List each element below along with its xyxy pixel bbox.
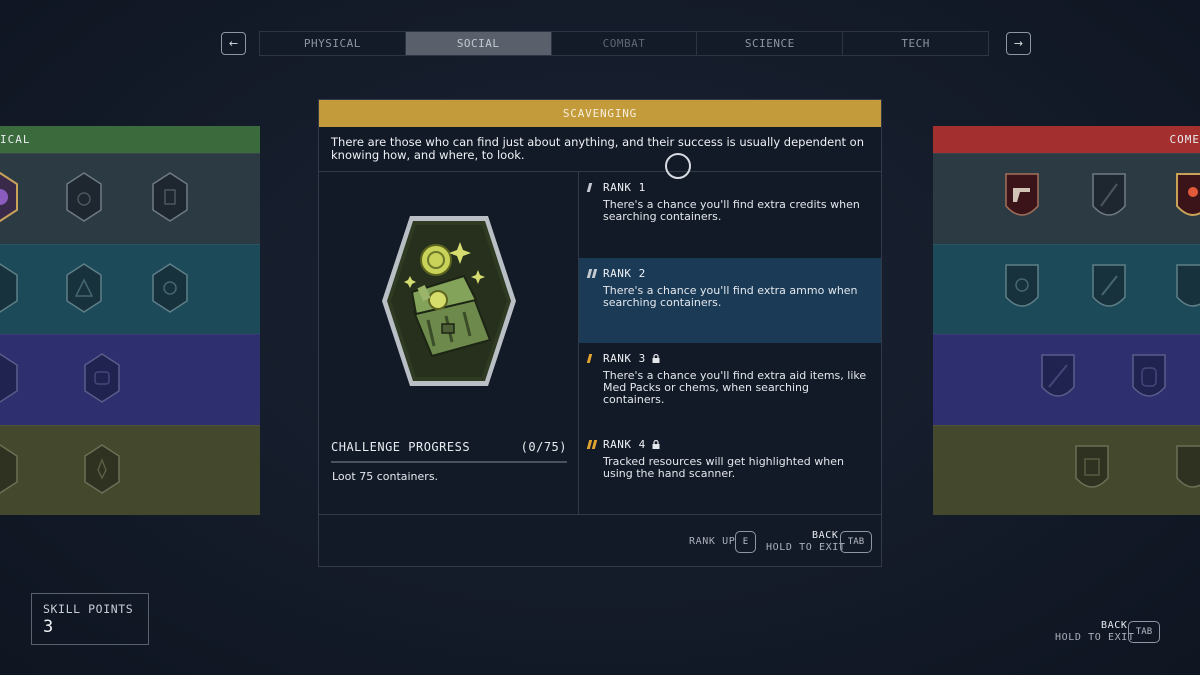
- perk-overview: CHALLENGE PROGRESS (0/75) Loot 75 contai…: [319, 172, 579, 514]
- rank-title: RANK 1: [603, 181, 646, 194]
- skill-badge[interactable]: [66, 172, 102, 222]
- skill-points-label: SKILL POINTS: [43, 602, 134, 616]
- skill-badge[interactable]: [66, 262, 102, 313]
- skill-badge[interactable]: [0, 171, 18, 223]
- skill-badge[interactable]: [0, 443, 18, 494]
- back-label: BACK: [812, 530, 839, 541]
- challenge-count: (0/75): [520, 440, 567, 454]
- skill-row: [933, 334, 1200, 425]
- challenge-progress-header: CHALLENGE PROGRESS (0/75): [331, 440, 567, 454]
- skill-points-value: 3: [43, 617, 54, 637]
- tab-tech[interactable]: TECH: [843, 32, 988, 55]
- skill-badge[interactable]: [1091, 263, 1127, 313]
- rank-item[interactable]: RANK 1 There's a chance you'll find extr…: [579, 172, 881, 258]
- rank-item[interactable]: RANK 3 There's a chance you'll find extr…: [579, 343, 881, 429]
- rank-description: There's a chance you'll find extra credi…: [603, 198, 860, 223]
- screen-back-label: BACK: [1101, 620, 1128, 631]
- physical-panel-header: ICAL: [0, 126, 260, 153]
- skill-badge[interactable]: [84, 353, 120, 403]
- rank-title: RANK 3: [603, 352, 646, 365]
- lock-icon: [652, 354, 660, 363]
- skill-badge[interactable]: [0, 353, 18, 403]
- rank-up-key[interactable]: E: [735, 531, 756, 553]
- rank-title: RANK 4: [603, 437, 646, 451]
- skill-badge[interactable]: [1175, 444, 1200, 494]
- physical-skills-panel: ICAL: [0, 126, 260, 515]
- rank-description: There's a chance you'll find extra ammo …: [603, 283, 858, 309]
- screen-hold-to-exit-label: HOLD TO EXIT: [1055, 632, 1135, 643]
- skill-category-tabs: PHYSICAL SOCIAL COMBAT SCIENCE TECH: [259, 31, 989, 56]
- skill-badge[interactable]: [0, 262, 18, 313]
- skill-row: [0, 424, 260, 515]
- rank-item[interactable]: RANK 4 Tracked resources will get highli…: [579, 429, 881, 515]
- rank-pips-icon: [586, 439, 602, 449]
- back-key[interactable]: TAB: [840, 531, 872, 553]
- skill-badge[interactable]: [1074, 444, 1110, 494]
- rank-list: RANK 1 There's a chance you'll find extr…: [579, 172, 881, 514]
- skill-badge[interactable]: [1175, 263, 1200, 313]
- screen-back-key[interactable]: TAB: [1128, 621, 1160, 643]
- skill-badge[interactable]: [152, 262, 188, 313]
- skill-row: [0, 334, 260, 425]
- combat-skills-panel: COME: [933, 126, 1200, 515]
- next-category-button[interactable]: →: [1006, 32, 1031, 55]
- cursor-reticle: [665, 153, 691, 179]
- lock-icon: [652, 439, 660, 449]
- rank-up-label: RANK UP: [689, 536, 736, 547]
- challenge-progress-bar: [331, 461, 567, 463]
- skill-row: [933, 424, 1200, 515]
- skill-badge[interactable]: [1131, 353, 1167, 403]
- rank-pips-icon: [586, 354, 602, 363]
- perk-detail-card: SCAVENGING There are those who can find …: [318, 99, 882, 567]
- rank-pips-icon: [586, 183, 602, 192]
- skill-badge[interactable]: [1004, 263, 1040, 313]
- perk-card-footer: RANK UP E BACK HOLD TO EXIT TAB: [319, 514, 881, 567]
- prev-category-button[interactable]: ←: [221, 32, 246, 55]
- rank-pips-icon: [586, 268, 602, 278]
- combat-panel-header: COME: [933, 126, 1200, 153]
- tab-science[interactable]: SCIENCE: [697, 32, 844, 55]
- rank-item[interactable]: RANK 2 There's a chance you'll find extr…: [579, 257, 881, 343]
- tab-combat[interactable]: COMBAT: [551, 32, 698, 55]
- skill-badge[interactable]: [1004, 172, 1040, 222]
- skill-badge[interactable]: [1040, 353, 1076, 403]
- skill-row: [0, 243, 260, 334]
- perk-title: SCAVENGING: [319, 100, 881, 127]
- skill-points-box: SKILL POINTS 3: [31, 593, 149, 645]
- rank-description: Tracked resources will get highlighted w…: [603, 454, 844, 480]
- skill-badge[interactable]: [1091, 172, 1127, 222]
- skill-row: [933, 153, 1200, 244]
- hold-to-exit-label: HOLD TO EXIT: [766, 542, 846, 553]
- challenge-description: Loot 75 containers.: [332, 470, 439, 483]
- skill-badge[interactable]: [1175, 172, 1200, 222]
- tab-social[interactable]: SOCIAL: [405, 32, 552, 55]
- tab-physical[interactable]: PHYSICAL: [260, 32, 406, 55]
- skill-row: [0, 153, 260, 244]
- rank-description: There's a chance you'll find extra aid i…: [603, 369, 867, 406]
- rank-title: RANK 2: [603, 266, 646, 280]
- arrow-right-icon: →: [1013, 37, 1024, 50]
- skill-row: [933, 243, 1200, 334]
- challenge-label: CHALLENGE PROGRESS: [331, 440, 471, 454]
- arrow-left-icon: ←: [228, 37, 239, 50]
- skill-badge[interactable]: [84, 443, 120, 494]
- skill-badge[interactable]: [152, 172, 188, 222]
- treasure-chest-icon: [380, 214, 518, 388]
- perk-description: There are those who can find just about …: [319, 127, 881, 172]
